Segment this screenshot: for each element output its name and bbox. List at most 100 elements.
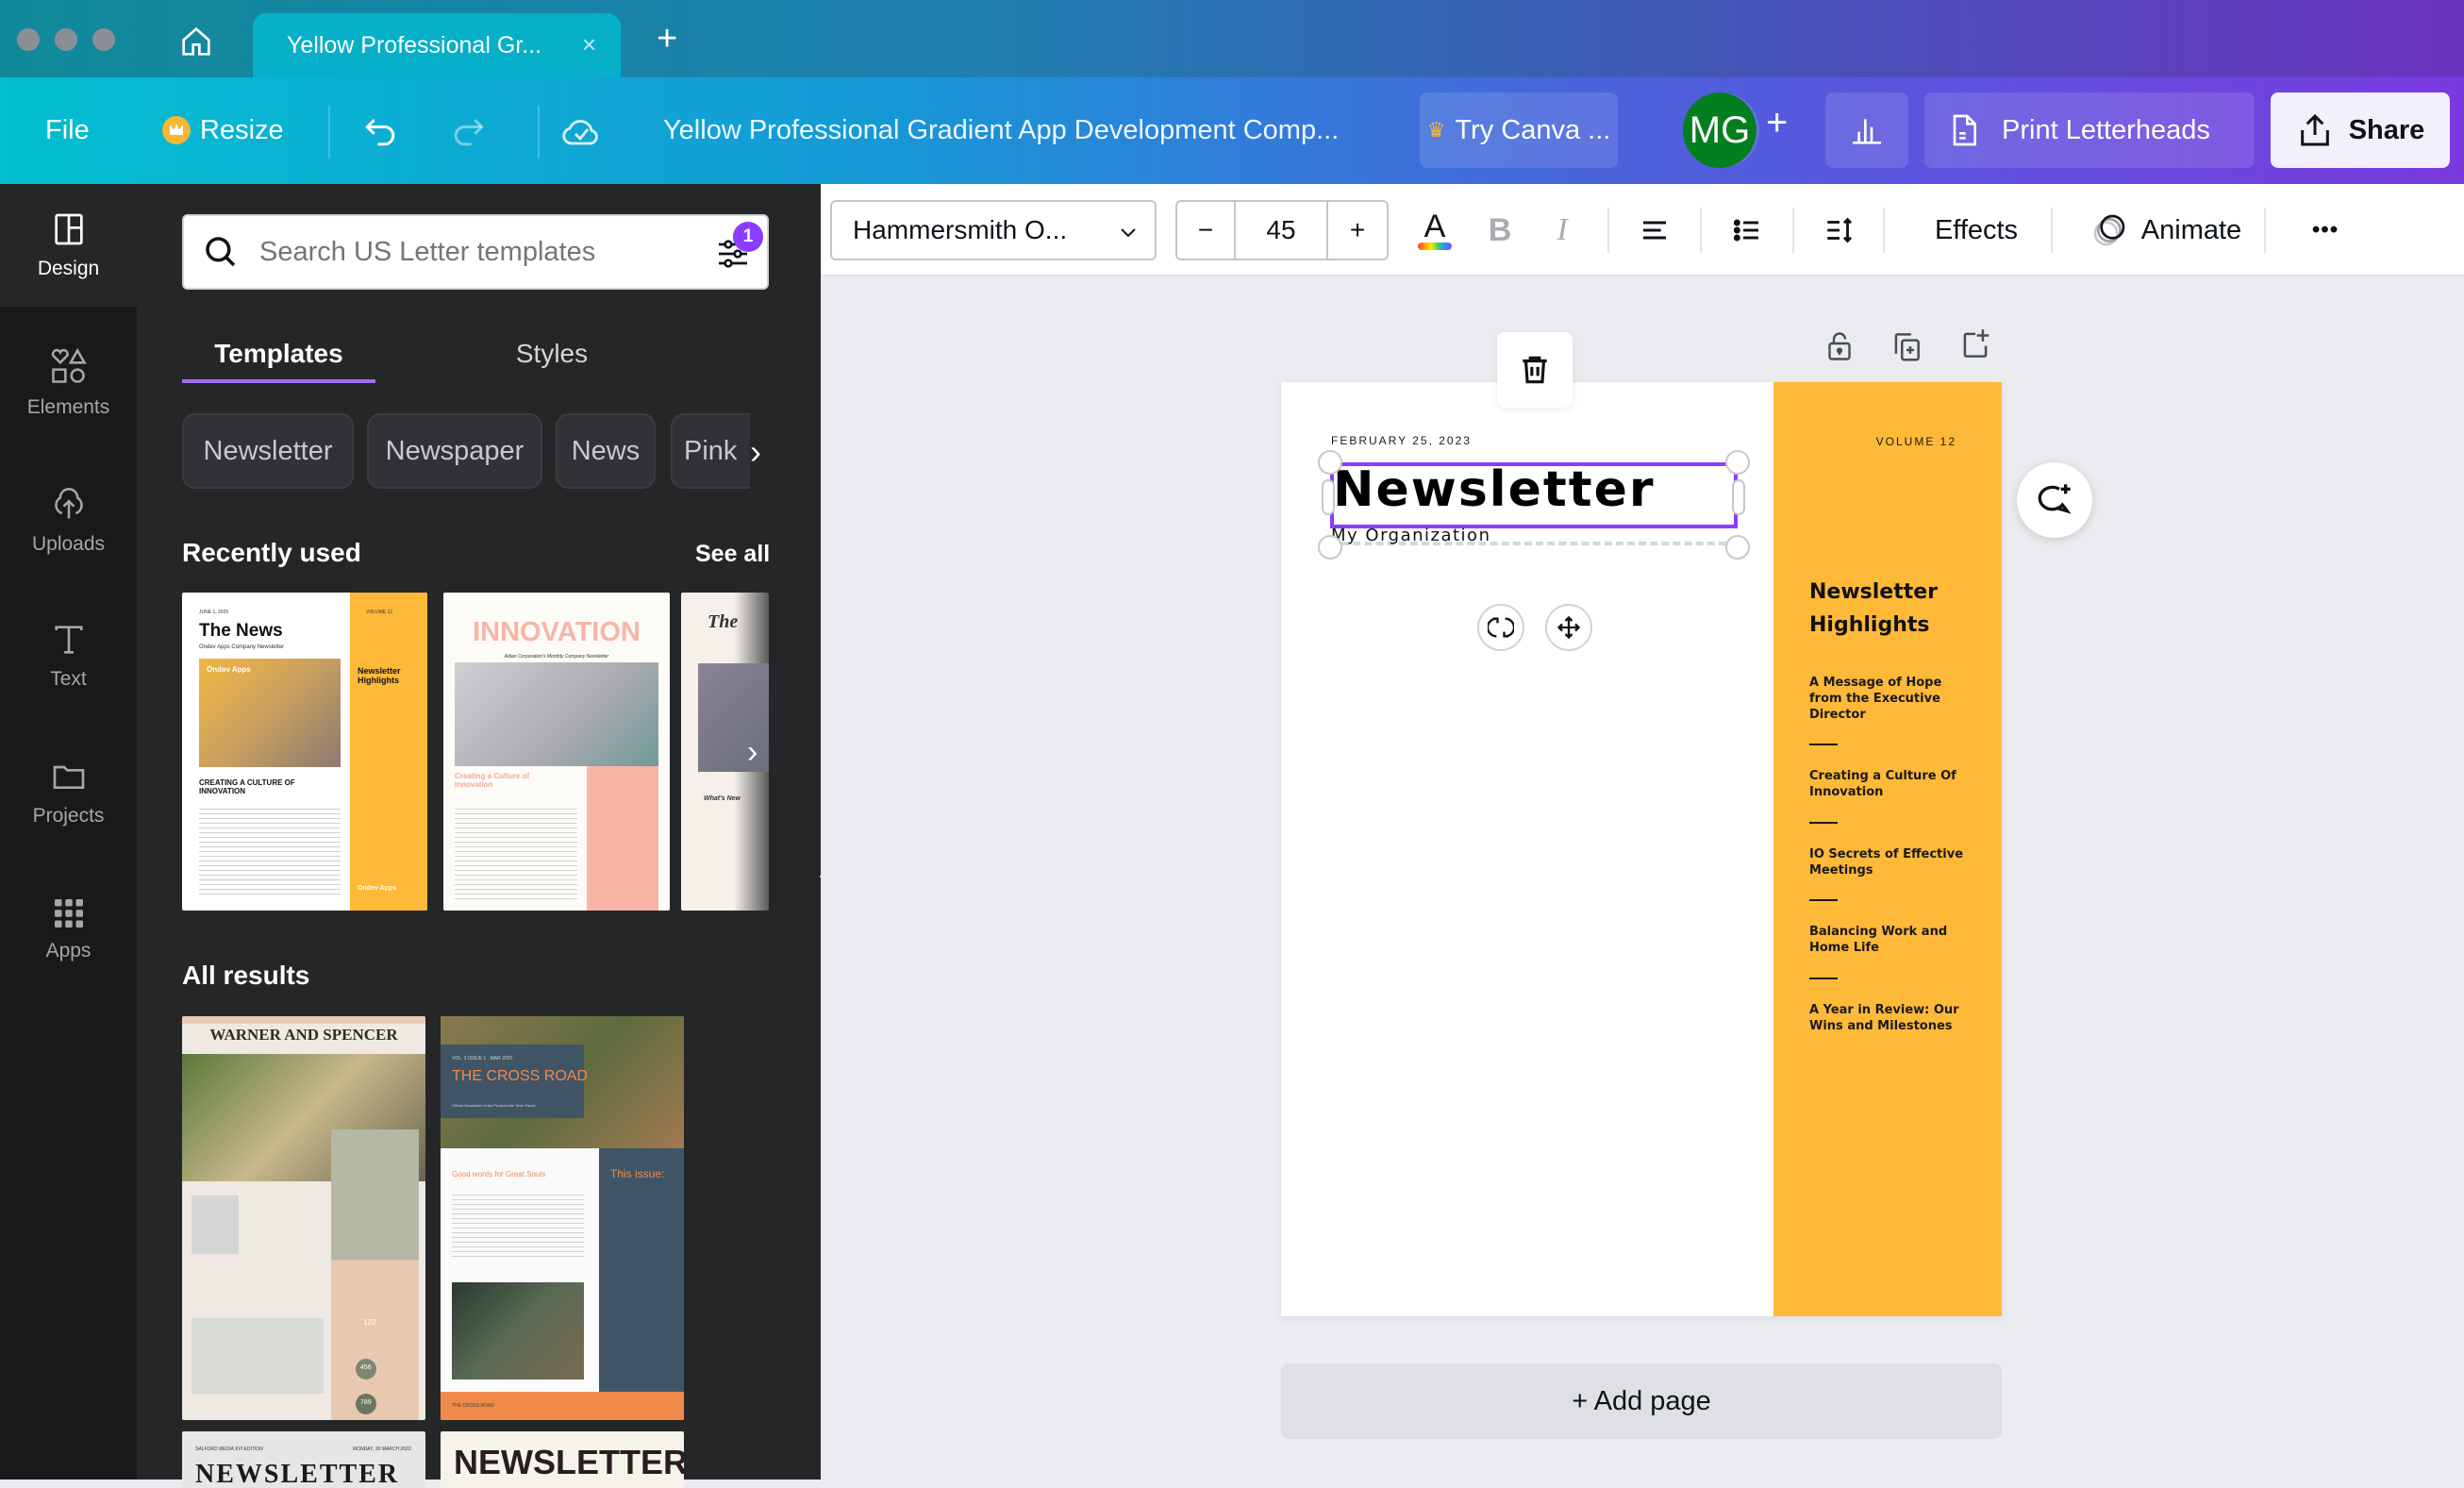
bar-chart-icon: [1853, 119, 1881, 144]
newsletter-title[interactable]: Newsletter: [1333, 461, 1656, 518]
resize-handle-bottom-right[interactable]: [1725, 535, 1750, 560]
highlight-item[interactable]: A Message of Hope from the Executive Dir…: [1809, 675, 1970, 723]
chip-newspaper[interactable]: Newspaper: [367, 413, 542, 489]
thumb-title: The News: [199, 621, 283, 641]
duplicate-icon: [1894, 333, 1920, 361]
resize-handle-left[interactable]: [1322, 479, 1335, 515]
result-template-salford-newsletter[interactable]: SALFORD MEDIA XVI EDITION MONDAY, 30 MAR…: [182, 1431, 425, 1488]
highlight-item[interactable]: Creating a Culture Of Innovation: [1809, 768, 1970, 800]
move-arrows-icon: [1557, 615, 1581, 640]
rail-item-text[interactable]: Text: [0, 594, 137, 717]
lock-page-button[interactable]: [1823, 327, 1856, 370]
see-all-link[interactable]: See all: [695, 541, 770, 568]
font-size-input[interactable]: 45: [1236, 202, 1328, 259]
document-page[interactable]: VOLUME 12 Newsletter Highlights A Messag…: [1281, 382, 2002, 1316]
increase-font-size-button[interactable]: +: [1328, 202, 1387, 259]
resize-handle-bottom-left[interactable]: [1318, 535, 1342, 560]
insights-button[interactable]: [1825, 92, 1908, 168]
result-template-warner-spencer[interactable]: WARNER AND SPENCER 123 456 789: [182, 1016, 425, 1420]
font-family-dropdown[interactable]: Hammersmith O...: [830, 200, 1157, 260]
highlight-item[interactable]: IO Secrets of Effective Meetings: [1809, 846, 1970, 878]
redo-icon[interactable]: [447, 111, 489, 158]
cloud-saved-icon[interactable]: [558, 109, 604, 159]
template-search-input[interactable]: [259, 236, 674, 268]
active-tab[interactable]: Yellow Professional Gr... ×: [253, 13, 621, 77]
recent-template-the-weekly[interactable]: The What's New ›: [681, 593, 769, 911]
newsletter-date[interactable]: FEBRUARY 25, 2023: [1331, 434, 1472, 447]
user-avatar[interactable]: MG: [1683, 92, 1756, 168]
duplicate-page-button[interactable]: [1889, 327, 1924, 370]
divider: [1883, 208, 1885, 253]
divider: [1792, 208, 1794, 253]
upload-share-icon: [2300, 113, 2329, 146]
animate-label: Animate: [2140, 214, 2242, 245]
window-close-dot[interactable]: [17, 28, 40, 51]
text-align-button[interactable]: [1634, 208, 1675, 253]
rail-item-projects[interactable]: Projects: [0, 731, 137, 854]
bold-button[interactable]: B: [1481, 208, 1519, 253]
chip-news[interactable]: News: [556, 413, 656, 489]
new-tab-button[interactable]: +: [657, 19, 677, 59]
move-button[interactable]: [1545, 604, 1592, 651]
rail-label: Uploads: [31, 533, 106, 555]
highlight-item[interactable]: A Year in Review: Our Wins and Milestone…: [1809, 1002, 1970, 1034]
tab-styles[interactable]: Styles: [420, 326, 684, 382]
highlight-item[interactable]: Balancing Work and Home Life: [1809, 924, 1970, 956]
template-search-box[interactable]: 1: [182, 214, 769, 290]
highlights-title[interactable]: Newsletter Highlights: [1809, 576, 1951, 642]
rail-item-design[interactable]: Design: [0, 184, 137, 307]
resize-handle-top-left[interactable]: [1318, 450, 1342, 475]
add-comment-button[interactable]: [2017, 462, 2092, 538]
window-minimize-dot[interactable]: [55, 28, 77, 51]
resize-button[interactable]: Resize: [162, 92, 284, 168]
chip-newsletter[interactable]: Newsletter: [182, 413, 354, 489]
rail-item-apps[interactable]: Apps: [0, 868, 137, 991]
tab-close-button[interactable]: ×: [582, 30, 596, 59]
window-zoom-dot[interactable]: [92, 28, 115, 51]
share-button[interactable]: Share: [2271, 92, 2450, 168]
crown-icon: ♛: [1426, 118, 1446, 142]
recently-used-title: Recently used: [182, 538, 361, 567]
text-color-button[interactable]: A: [1411, 208, 1458, 253]
volume-label[interactable]: VOLUME 12: [1876, 435, 1956, 448]
result-template-bold-newsletter[interactable]: NEWSLETTER: [441, 1431, 684, 1488]
italic-button[interactable]: I: [1543, 208, 1581, 253]
tab-templates[interactable]: Templates: [182, 326, 375, 382]
animate-button[interactable]: Animate: [2081, 208, 2251, 253]
organization-name[interactable]: My Organization: [1331, 526, 1490, 545]
spacing-button[interactable]: [1819, 208, 1860, 253]
all-results-title: All results: [182, 961, 310, 990]
resize-handle-top-right[interactable]: [1725, 450, 1750, 475]
home-icon[interactable]: [177, 23, 215, 65]
effects-button[interactable]: Effects: [1915, 208, 2038, 253]
rotate-icon: [1488, 617, 1514, 638]
thumb-date: JUNE 1, 2025: [199, 610, 229, 615]
add-page-icon-button[interactable]: [1957, 326, 1993, 368]
result-template-cross-road[interactable]: VOL. 2 ISSUE 1 · MAR 2020 THE CROSS ROAD…: [441, 1016, 684, 1420]
add-page-button[interactable]: + Add page: [1281, 1363, 2002, 1439]
recent-template-innovation[interactable]: INNOVATION Adian Corporation's Monthly C…: [443, 593, 670, 911]
file-menu-button[interactable]: File: [45, 92, 90, 168]
rotate-button[interactable]: [1477, 604, 1524, 651]
chip-pink[interactable]: Pink: [671, 413, 750, 489]
recent-template-the-news[interactable]: JUNE 1, 2025 VOLUME 12 The News Ondev Ap…: [182, 593, 427, 911]
left-sidebar-rail: Design Elements Uploads Text Projects Ap…: [0, 184, 137, 1480]
thumb-title: The: [708, 611, 739, 632]
document-title[interactable]: Yellow Professional Gradient App Develop…: [663, 92, 1339, 168]
try-canva-pro-button[interactable]: ♛ Try Canva ...: [1420, 92, 1618, 168]
delete-element-button[interactable]: [1497, 332, 1573, 408]
print-letterheads-button[interactable]: Print Letterheads: [1924, 92, 2255, 168]
rail-item-elements[interactable]: Elements: [0, 321, 137, 443]
add-collaborator-button[interactable]: +: [1766, 102, 1788, 144]
recent-scroll-right-icon[interactable]: ›: [747, 734, 758, 771]
rail-label: Projects: [32, 805, 105, 827]
folder-icon: [53, 765, 84, 789]
chips-scroll-right-icon[interactable]: ›: [750, 432, 761, 472]
decrease-font-size-button[interactable]: −: [1177, 202, 1236, 259]
list-button[interactable]: [1726, 208, 1768, 253]
rail-item-uploads[interactable]: Uploads: [0, 458, 137, 580]
undo-icon[interactable]: [360, 111, 402, 158]
more-options-button[interactable]: •••: [2302, 208, 2349, 253]
thumb-stat: 123: [363, 1318, 376, 1327]
resize-handle-right[interactable]: [1732, 479, 1745, 515]
